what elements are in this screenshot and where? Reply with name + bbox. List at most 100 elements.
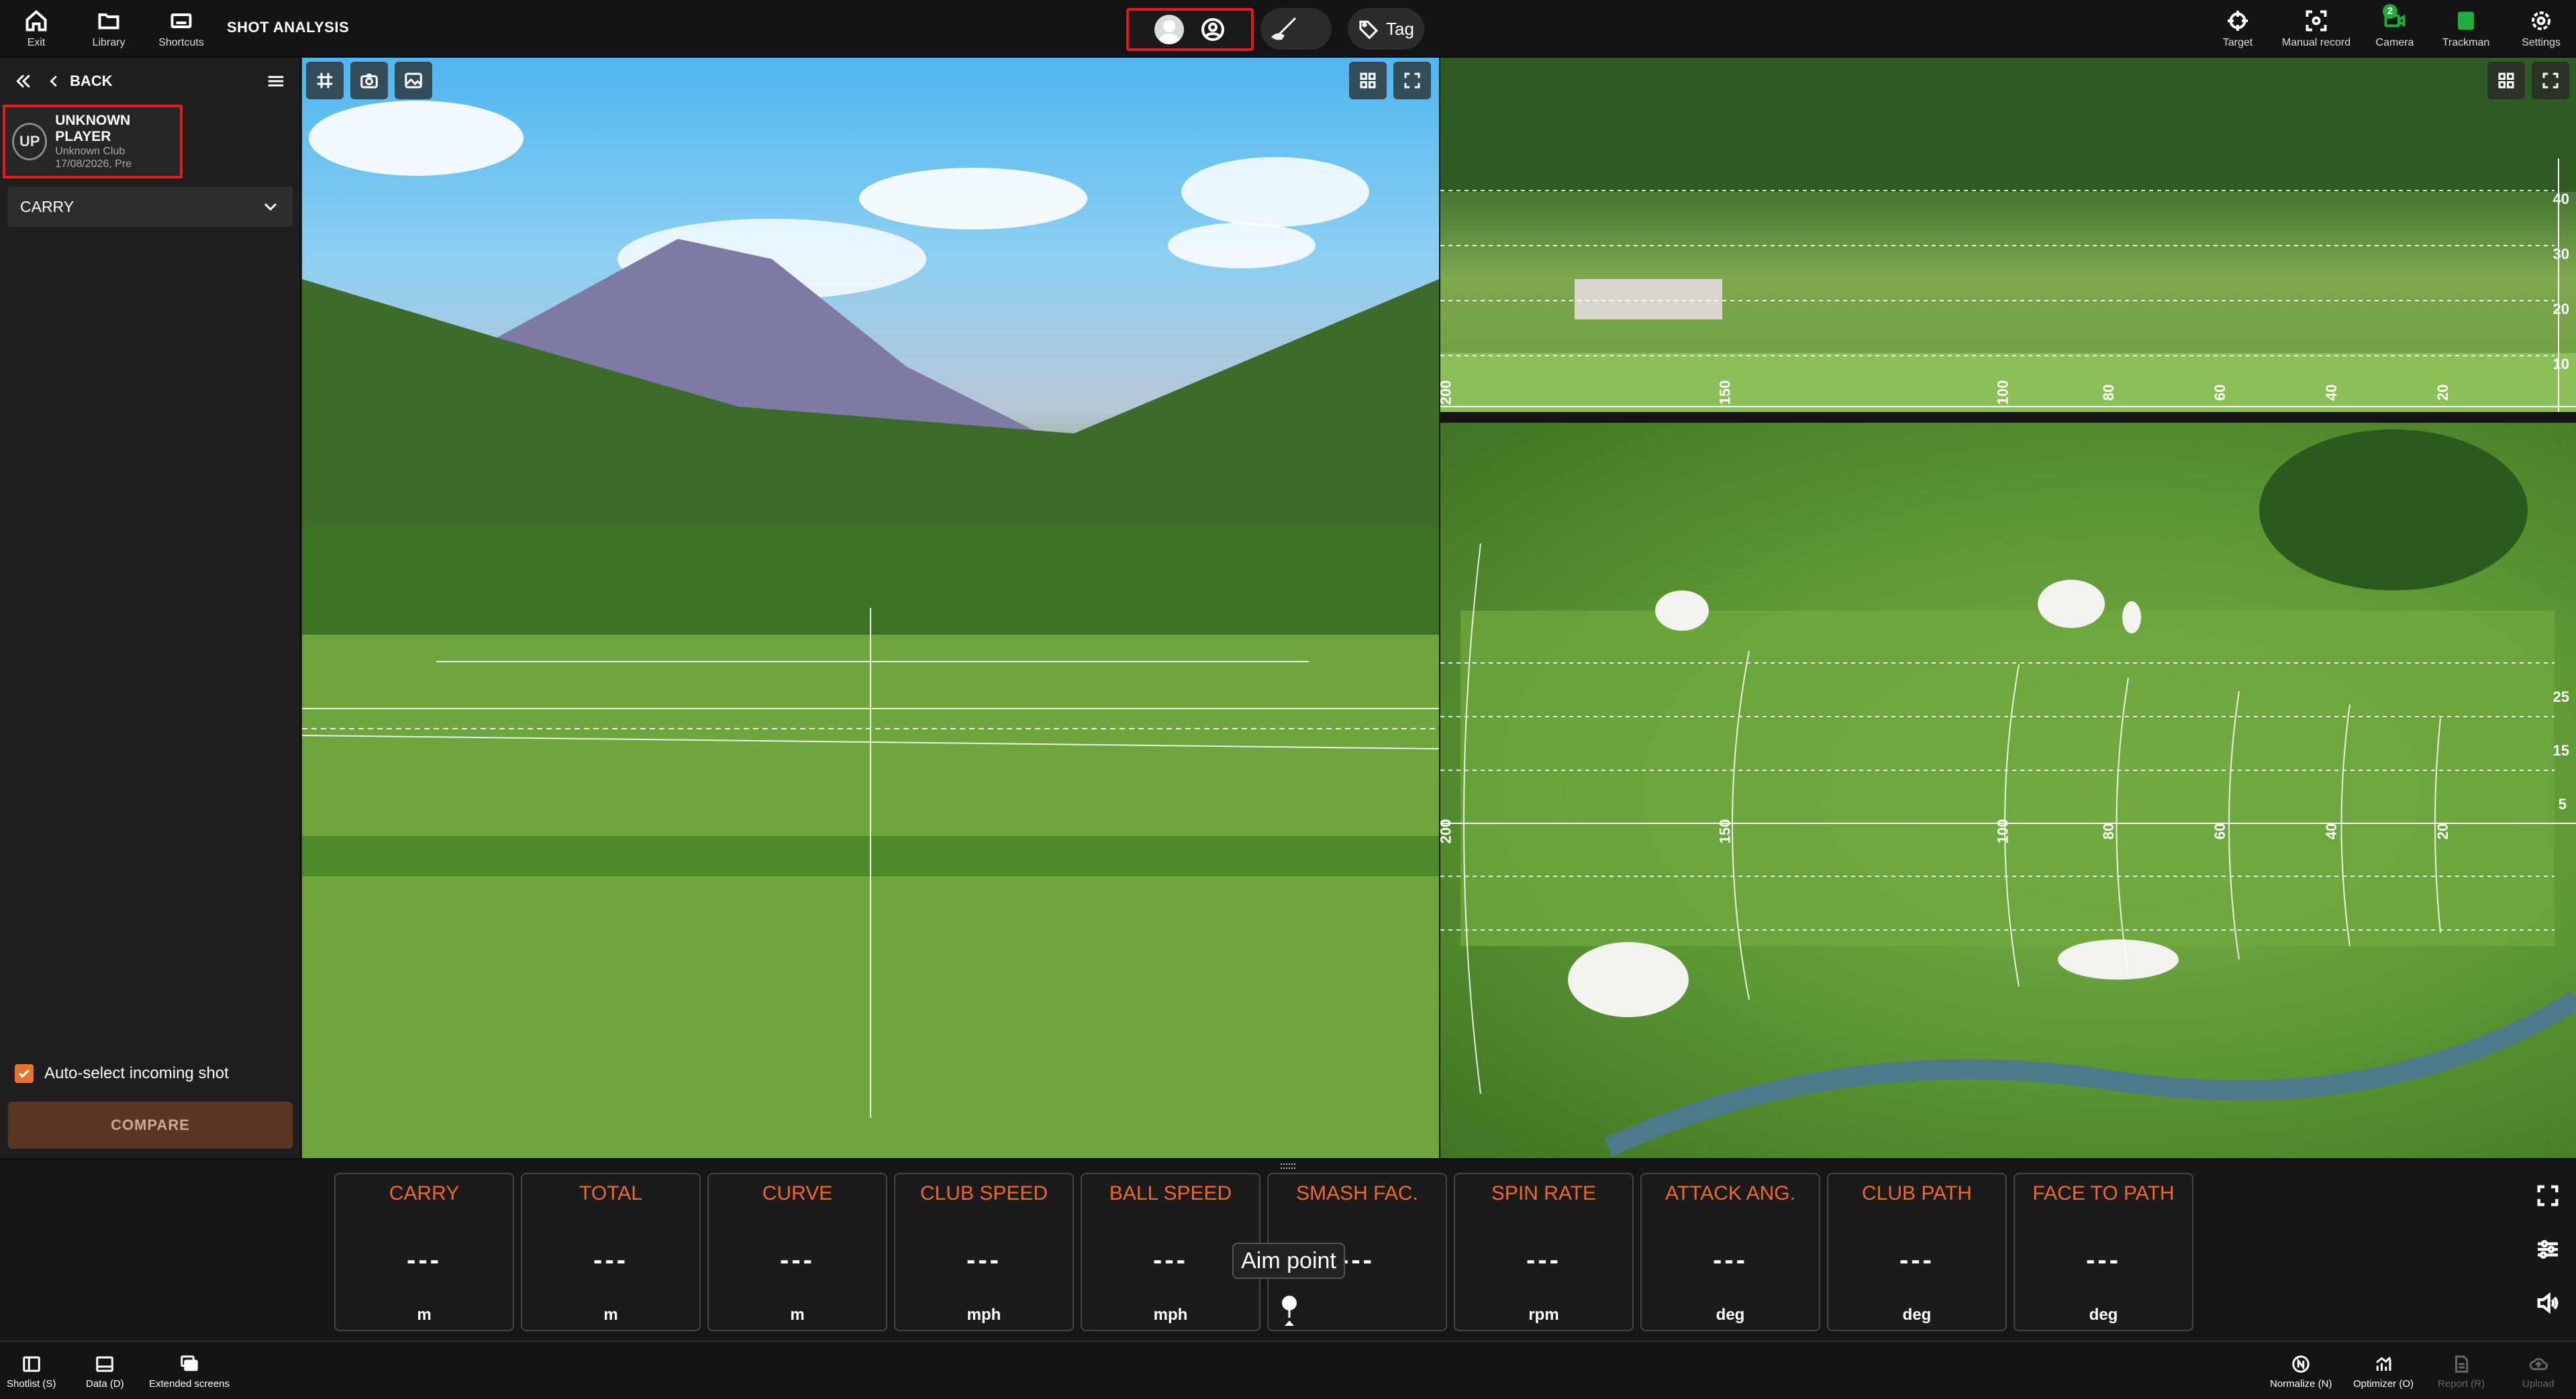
gear-icon	[2532, 11, 2550, 30]
metrics-strip: CARRY --- m TOTAL --- m CURVE --- m CLUB…	[0, 1158, 2576, 1341]
library-label: Library	[92, 37, 126, 48]
side-marker-20: 20	[2434, 384, 2452, 401]
metric-dropdown[interactable]: CARRY	[8, 187, 293, 227]
expand-icon	[1404, 72, 1420, 89]
record-frame-icon	[2306, 10, 2327, 32]
metric-tile-club-path[interactable]: CLUB PATH --- deg	[1827, 1173, 2007, 1331]
metric-label: FACE TO PATH	[2032, 1182, 2175, 1204]
side-fullscreen-button[interactable]	[2532, 62, 2569, 99]
manual-record-label: Manual record	[2281, 37, 2351, 48]
hamburger-menu-icon[interactable]	[264, 71, 287, 91]
metric-tile-carry[interactable]: CARRY --- m	[334, 1173, 514, 1331]
report-button[interactable]: Report (R)	[2438, 1354, 2485, 1390]
hash-grid-icon	[317, 72, 333, 89]
metric-unit: m	[790, 1306, 805, 1324]
report-label: Report (R)	[2438, 1378, 2485, 1390]
layout-grid-button[interactable]	[1349, 62, 1387, 99]
shortcuts-button[interactable]: Shortcuts	[149, 7, 213, 51]
player-avatar[interactable]	[1154, 15, 1184, 44]
normalize-button[interactable]: Normalize (N)	[2270, 1354, 2332, 1390]
height-label-20: 20	[2553, 301, 2569, 317]
metric-value: ---	[593, 1245, 628, 1275]
upload-button[interactable]: Upload	[2522, 1354, 2555, 1390]
image-button[interactable]	[395, 62, 432, 99]
compare-button[interactable]: COMPARE	[8, 1102, 293, 1149]
speaker-icon[interactable]	[2534, 1290, 2561, 1316]
target-button[interactable]: Target	[2206, 7, 2270, 51]
image-icon	[405, 72, 422, 89]
metric-value: ---	[1899, 1245, 1934, 1275]
keyboard-icon	[170, 13, 192, 28]
camera-button[interactable]: 2 Camera	[2363, 4, 2427, 51]
side-view[interactable]: 40 30 20 10 200 150 100 80 60 40 20	[1440, 58, 2576, 412]
camera-count-badge: 2	[2383, 4, 2397, 19]
height-label-10: 10	[2553, 356, 2569, 372]
panel-header: BACK	[0, 58, 299, 105]
strip-tools	[2534, 1182, 2561, 1316]
data-button[interactable]: Data (D)	[86, 1354, 124, 1390]
metric-tile-face-to-path[interactable]: FACE TO PATH --- deg	[2014, 1173, 2193, 1331]
collapse-panel-icon[interactable]	[12, 71, 35, 91]
top-marker-40: 40	[2323, 823, 2340, 840]
back-button[interactable]: BACK	[47, 72, 113, 91]
left-panel: BACK UP UNKNOWN PLAYER Unknown Club 17/0…	[0, 58, 301, 1158]
aim-point-pin-icon[interactable]	[1278, 1294, 1301, 1326]
cloud-upload-icon	[2529, 1357, 2548, 1370]
top-view-scene	[1440, 429, 2576, 1157]
metric-unit: mph	[967, 1306, 1001, 1324]
grid-layout-icon	[2498, 72, 2514, 89]
auto-select-checkbox[interactable]: Auto-select incoming shot	[15, 1064, 229, 1083]
extended-screens-label: Extended screens	[149, 1378, 230, 1390]
checkbox-checked[interactable]	[15, 1064, 34, 1083]
analysis-views: 40 30 20 10 200 150 100 80 60 40 20 25 1…	[1440, 58, 2576, 1158]
metric-value: ---	[1713, 1245, 1748, 1275]
exit-button[interactable]: Exit	[4, 7, 68, 51]
crosshair-icon	[2228, 11, 2248, 31]
extended-screens-icon	[181, 1355, 198, 1371]
metric-tile-attack-angle[interactable]: ATTACK ANG. --- deg	[1640, 1173, 1820, 1331]
exit-label: Exit	[27, 37, 46, 48]
screenshot-button[interactable]	[350, 62, 388, 99]
manual-record-button[interactable]: Manual record	[2281, 7, 2352, 51]
settings-button[interactable]: Settings	[2509, 7, 2573, 51]
top-marker-60: 60	[2212, 823, 2229, 840]
fairway-3d-view[interactable]	[302, 58, 1439, 1158]
fullscreen-button[interactable]	[1393, 62, 1431, 99]
side-layout-grid-button[interactable]	[2487, 62, 2525, 99]
metric-unit: deg	[1902, 1306, 1932, 1324]
tag-button[interactable]: Tag	[1348, 8, 1424, 50]
metric-tile-club-speed[interactable]: CLUB SPEED --- mph	[894, 1173, 1074, 1331]
metric-tile-total[interactable]: TOTAL --- m	[521, 1173, 701, 1331]
upload-label: Upload	[2522, 1378, 2555, 1390]
metric-dropdown-value: CARRY	[20, 197, 75, 215]
page-title: SHOT ANALYSIS	[227, 19, 350, 36]
optimizer-chart-icon	[2376, 1356, 2391, 1371]
grid-toggle-button[interactable]	[306, 62, 344, 99]
check-icon	[19, 1069, 30, 1078]
expand-icon[interactable]	[2534, 1182, 2561, 1209]
metric-tile-spin-rate[interactable]: SPIN RATE --- rpm	[1454, 1173, 1634, 1331]
library-button[interactable]: Library	[77, 7, 141, 51]
settings-label: Settings	[2522, 37, 2561, 48]
metric-unit: m	[603, 1306, 618, 1324]
top-down-view[interactable]: 25 15 5 200 150 100 80 60 40 20	[1440, 423, 2576, 1158]
sliders-icon[interactable]	[2534, 1236, 2561, 1263]
extended-screens-button[interactable]: Extended screens	[149, 1354, 230, 1390]
shotlist-button[interactable]: Shotlist (S)	[7, 1354, 56, 1390]
home-icon	[26, 9, 47, 32]
optimizer-label: Optimizer (O)	[2353, 1378, 2414, 1390]
player-selector[interactable]	[1126, 8, 1254, 51]
switch-player-icon[interactable]	[1199, 16, 1226, 43]
trackman-button[interactable]: Trackman	[2434, 7, 2498, 51]
shotlist-label: Shotlist (S)	[7, 1378, 56, 1390]
data-panel-icon	[96, 1356, 114, 1372]
lateral-label-15: 15	[2553, 742, 2569, 759]
club-selector[interactable]	[1260, 8, 1332, 50]
resize-handle[interactable]	[1281, 1163, 1295, 1169]
metric-tile-curve[interactable]: CURVE --- m	[707, 1173, 887, 1331]
top-marker-80: 80	[2100, 823, 2118, 840]
player-card[interactable]: UP UNKNOWN PLAYER Unknown Club 17/08/202…	[3, 105, 183, 178]
camera-icon	[360, 73, 378, 89]
optimizer-button[interactable]: Optimizer (O)	[2353, 1354, 2414, 1390]
report-document-icon	[2455, 1355, 2469, 1373]
